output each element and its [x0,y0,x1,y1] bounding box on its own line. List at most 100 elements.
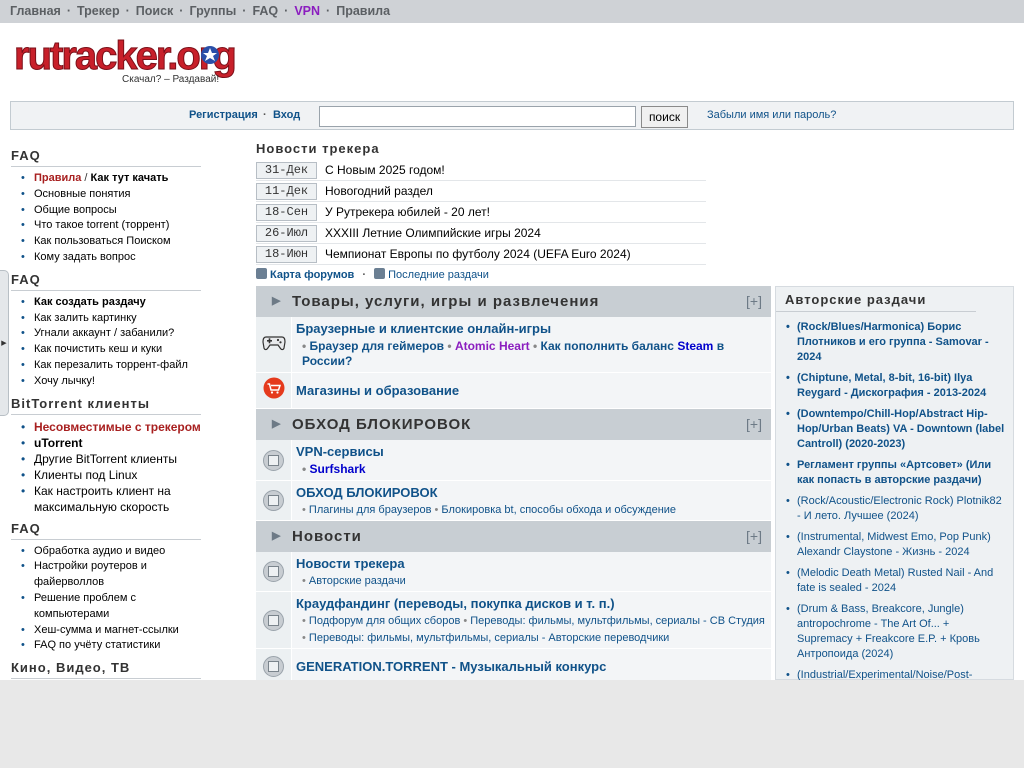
forum-category[interactable]: ▶ Товары, услуги, игры и развлечения [+] [256,286,771,317]
author-release-link[interactable]: (Downtempo/Chill-Hop/Abstract Hip-Hop/Ur… [776,407,1013,452]
author-releases-heading: Авторские раздачи [776,287,976,312]
category-title[interactable]: Новости [292,528,362,545]
sidebar-link[interactable]: Как залить картинку [34,312,137,324]
subforum-link[interactable]: Surfshark [310,462,366,476]
sidebar-link[interactable]: Несовместимые с трекером [34,420,201,434]
forum-row: GENERATION.TORRENT - Музыкальный конкурс [256,649,771,680]
subforum-link[interactable]: Переводы: фильмы, мультфильмы, сериалы -… [309,632,669,644]
author-release-link[interactable]: (Rock/Acoustic/Electronic Rock) Plotnik8… [776,494,1013,524]
news-link[interactable]: С Новым 2025 годом! [325,163,445,177]
sidebar-link[interactable]: Что такое torrent (торрент) [34,219,169,231]
author-release-link[interactable]: (Drum & Bass, Breakcore, Jungle) antropo… [776,602,1013,662]
author-release-link[interactable]: Регламент группы «Артсовет» (Или как поп… [776,458,1013,488]
nav-2[interactable]: Поиск [136,4,174,18]
sidebar-link[interactable]: Настройки роутеров и файерволлов [34,560,147,588]
news-date: 18-Июн [256,245,317,263]
sidebar-link[interactable]: Клиенты под Linux [34,468,137,482]
subforum-link[interactable]: Подфорум для общих сборов [309,615,460,627]
sidebar-link[interactable]: uTorrent [34,436,82,450]
login-link[interactable]: Вход [273,109,300,121]
subforum-link[interactable]: Авторские раздачи [309,575,406,587]
sidebar-item: Основные понятия [19,187,211,203]
sidebar-link[interactable]: Кому задать вопрос [34,251,136,263]
news-link[interactable]: XXXIII Летние Олимпийские игры 2024 [325,226,541,240]
author-release-link[interactable]: (Instrumental, Midwest Emo, Pop Punk) Al… [776,530,1013,560]
forum-title[interactable]: Краудфандинг (переводы, покупка дисков и… [296,596,767,611]
sidebar-link[interactable]: Другие BitTorrent клиенты [34,452,177,466]
expand-button[interactable]: [+] [746,409,762,440]
author-releases-panel: Авторские раздачи (Rock/Blues/Harmonica)… [775,286,1014,680]
news-link[interactable]: Чемпионат Европы по футболу 2024 (UEFA E… [325,247,631,261]
sidebar-link[interactable]: Как почистить кеш и куки [34,343,162,355]
triangle-right-icon: ▶ [272,295,282,307]
subforum-link[interactable]: Steam [677,339,713,353]
nav-3[interactable]: Группы [189,4,236,18]
search-button[interactable]: поиск [641,106,688,128]
forum-body: ОБХОД БЛОКИРОВОК • Плагины для браузеров … [292,481,771,520]
forum-category[interactable]: ▶ ОБХОД БЛОКИРОВОК [+] [256,409,771,440]
subforum-link[interactable]: Плагины для браузеров [309,504,432,516]
sidebar-link[interactable]: Хочу лычку! [34,375,95,387]
subforum-link[interactable]: Atomic Heart [455,339,530,353]
forum-title[interactable]: ОБХОД БЛОКИРОВОК [296,485,767,500]
forum-icon-inner [268,661,279,672]
expand-button[interactable]: [+] [746,286,762,317]
rss-icon [256,268,267,279]
forum-title[interactable]: VPN-сервисы [296,444,767,459]
rutracker-logo[interactable]: rutracker.org Скачал? – Раздавай! [12,33,252,87]
subforum-link[interactable]: Как пополнить баланс [541,339,678,353]
sidebar-link[interactable]: Угнали аккаунт / забанили? [34,327,174,339]
forum-title[interactable]: Магазины и образование [296,383,767,398]
bullet-icon: • [302,615,309,627]
nav-5[interactable]: VPN [294,4,320,18]
sidebar-link[interactable]: Хеш-сумма и магнет-ссылки [34,624,179,636]
category-title[interactable]: Товары, услуги, игры и развлечения [292,293,599,310]
sidebar-link[interactable]: Как пользоваться Поиском [34,235,171,247]
bullet-icon: • [302,339,310,353]
sidebar-collapse-toggle[interactable]: ▶ [0,270,9,416]
forum-title[interactable]: Браузерные и клиентские онлайн-игры [296,321,767,336]
sidebar-heading: Кино, Видео, ТВ [11,660,201,680]
forgot-password-link[interactable]: Забыли имя или пароль? [707,109,836,121]
sidebar-link[interactable]: Как настроить клиент на максимальную ско… [34,484,171,514]
nav-1[interactable]: Трекер [77,4,120,18]
sidebar-item: Другие BitTorrent клиенты [19,451,211,467]
forum-title[interactable]: Новости трекера [296,556,767,571]
subforum-list: • Подфорум для общих сборов • Переводы: … [296,614,767,628]
sidebar-list: Как создать раздачу Как залить картинку Уг… [19,295,211,390]
sidebar-link[interactable]: Решение проблем с компьютерами [34,592,136,620]
sidebar-link[interactable]: Как перезалить торрент-файл [34,359,188,371]
expand-button[interactable]: [+] [746,521,762,552]
sidebar-link[interactable]: Правила [34,172,81,184]
forum-map-link[interactable]: Карта форумов [270,269,354,281]
latest-releases-link[interactable]: Последние раздачи [388,269,489,281]
subforum-link[interactable]: Блокировка bt, способы обхода и обсужден… [441,504,676,516]
subforum-link[interactable]: Переводы: фильмы, мультфильмы, сериалы -… [470,615,765,627]
nav-6[interactable]: Правила [336,4,390,18]
sidebar-link[interactable]: Обработка аудио и видео [34,545,165,557]
forum-title[interactable]: GENERATION.TORRENT - Музыкальный конкурс [296,659,767,674]
sidebar-link[interactable]: Как тут качать [91,172,169,184]
author-release-link[interactable]: (Rock/Blues/Harmonica) Борис Плотников и… [776,320,1013,365]
author-release-link[interactable]: (Chiptune, Metal, 8-bit, 16-bit) Ilya Re… [776,371,1013,401]
forum-category[interactable]: ▶ Новости [+] [256,521,771,552]
nav-0[interactable]: Главная [10,4,61,18]
forum-row: ОБХОД БЛОКИРОВОК • Плагины для браузеров … [256,481,771,521]
sidebar-link[interactable]: FAQ по учёту статистики [34,639,160,651]
nav-separator: · [66,4,72,18]
nav-4[interactable]: FAQ [252,4,278,18]
search-input[interactable] [319,106,636,127]
sidebar-item: uTorrent [19,435,211,451]
news-link[interactable]: У Рутрекера юбилей - 20 лет! [325,205,490,219]
author-release-link[interactable]: (Industrial/Experimental/Noise/Post- [776,668,1013,680]
news-link[interactable]: Новогодний раздел [325,184,433,198]
sidebar-link[interactable]: Общие вопросы [34,204,117,216]
sidebar-link[interactable]: Как создать раздачу [34,296,146,308]
sidebar-link[interactable]: Основные понятия [34,188,131,200]
category-title[interactable]: ОБХОД БЛОКИРОВОК [292,416,471,433]
sidebar-item: Решение проблем с компьютерами [19,591,211,623]
forum-body: VPN-сервисы • Surfshark [292,440,771,480]
register-link[interactable]: Регистрация [189,109,258,121]
subforum-link[interactable]: Браузер для геймеров [310,339,445,353]
author-release-link[interactable]: (Melodic Death Metal) Rusted Nail - And … [776,566,1013,596]
